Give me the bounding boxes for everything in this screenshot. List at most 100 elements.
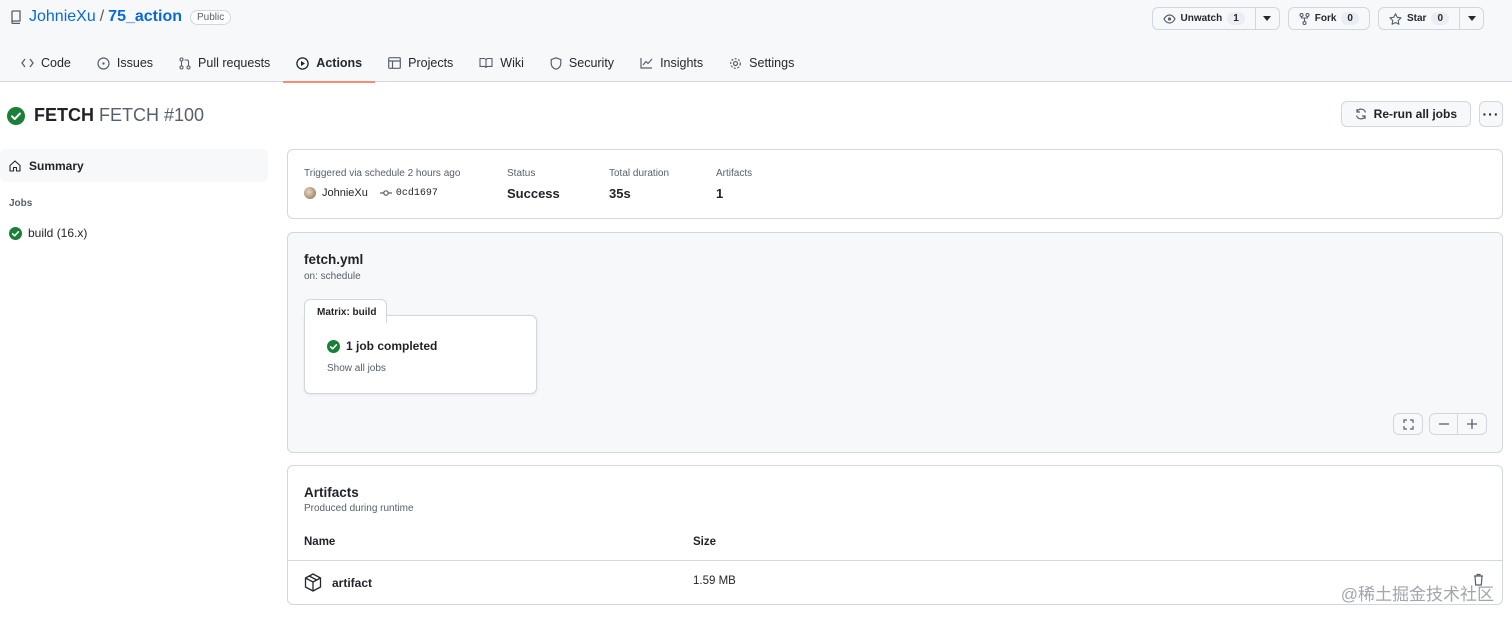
- artifacts-subtitle: Produced during runtime: [304, 503, 414, 514]
- tab-issues[interactable]: Issues: [84, 44, 166, 82]
- repo-nav: Code Issues Pull requests Actions Projec…: [0, 44, 807, 83]
- home-icon: [9, 159, 21, 172]
- tab-settings[interactable]: Settings: [716, 44, 807, 82]
- unwatch-label: Unwatch: [1180, 13, 1223, 24]
- table-row: artifact 1.59 MB: [288, 560, 1502, 605]
- code-icon: [21, 58, 34, 68]
- workflow-trigger: on: schedule: [304, 271, 361, 282]
- success-check-icon: [7, 106, 25, 125]
- minus-icon: [1438, 423, 1449, 425]
- repo-path: JohnieXu / 75_action Public: [10, 8, 232, 26]
- column-header-name: Name: [304, 536, 336, 548]
- rerun-label: Re-run all jobs: [1373, 107, 1457, 121]
- tab-security[interactable]: Security: [537, 44, 627, 82]
- star-button[interactable]: Star 0: [1377, 7, 1484, 30]
- workflow-file-name: fetch.yml: [304, 252, 364, 267]
- run-summary-card: Triggered via schedule 2 hours ago Johni…: [287, 149, 1503, 219]
- sidebar-jobs-heading: Jobs: [9, 198, 33, 209]
- commit-sha: 0cd1697: [395, 187, 438, 199]
- tab-projects-label: Projects: [408, 56, 454, 70]
- sidebar-item-job[interactable]: build (16.x): [0, 226, 268, 240]
- run-title: FETCH FETCH #100: [7, 105, 204, 126]
- star-icon: [1389, 12, 1402, 25]
- matrix-job-group[interactable]: 1 job completed Show all jobs: [304, 315, 537, 394]
- sidebar-item-summary[interactable]: Summary: [0, 149, 268, 182]
- plus-icon: [1467, 419, 1477, 429]
- show-all-jobs-link[interactable]: Show all jobs: [327, 363, 386, 374]
- repo-name-link[interactable]: 75_action: [108, 8, 182, 26]
- matrix-label: Matrix: build: [304, 299, 387, 323]
- chevron-down-icon[interactable]: [1254, 8, 1279, 29]
- column-header-size: Size: [693, 536, 717, 548]
- repo-actions: Unwatch 1 Fork 0 Star 0: [1151, 7, 1484, 30]
- trigger-details: JohnieXu 0cd1697: [304, 187, 438, 199]
- chevron-down-icon[interactable]: [1459, 8, 1483, 29]
- tab-issues-label: Issues: [116, 56, 154, 70]
- duration-value: 35s: [609, 186, 631, 201]
- tab-actions[interactable]: Actions: [283, 44, 375, 83]
- star-label: Star: [1406, 13, 1427, 24]
- tab-settings-label: Settings: [749, 56, 795, 70]
- tab-pull-requests-label: Pull requests: [198, 56, 271, 70]
- kebab-menu-button[interactable]: ···: [1479, 101, 1503, 127]
- fork-label: Fork: [1314, 13, 1337, 24]
- fork-icon: [1299, 12, 1310, 25]
- zoom-out-button[interactable]: [1430, 414, 1458, 434]
- book-icon: [479, 57, 493, 69]
- fork-button[interactable]: Fork 0: [1287, 7, 1370, 30]
- tab-insights[interactable]: Insights: [627, 44, 716, 82]
- watermark: @稀土掘金技术社区: [1340, 585, 1494, 604]
- actor-link[interactable]: JohnieXu: [322, 187, 368, 199]
- commit-sha-link[interactable]: 0cd1697: [379, 187, 438, 199]
- status-label: Status: [507, 168, 536, 179]
- tab-wiki[interactable]: Wiki: [466, 44, 537, 82]
- success-check-icon: [9, 226, 22, 240]
- rerun-all-jobs-button[interactable]: Re-run all jobs: [1340, 101, 1471, 127]
- repo-separator: /: [99, 8, 105, 25]
- fullscreen-control: [1393, 413, 1423, 435]
- run-sidebar: Summary Jobs build (16.x): [0, 149, 268, 240]
- pull-request-icon: [179, 56, 191, 70]
- artifact-name: artifact: [332, 575, 373, 590]
- tab-insights-label: Insights: [660, 56, 704, 70]
- run-header: FETCH FETCH #100 Re-run all jobs ···: [0, 82, 1512, 148]
- fork-count: 0: [1341, 12, 1359, 25]
- trigger-text: Triggered via schedule 2 hours ago: [304, 168, 461, 179]
- repo-owner-link[interactable]: JohnieXu: [29, 8, 96, 26]
- tab-projects[interactable]: Projects: [375, 44, 466, 82]
- gear-icon: [730, 57, 742, 69]
- graph-icon: [640, 58, 653, 69]
- run-workflow-name: FETCH: [34, 105, 94, 125]
- repo-header: JohnieXu / 75_action Public Unwatch 1 Fo…: [0, 0, 1512, 83]
- tab-wiki-label: Wiki: [500, 56, 524, 70]
- tab-actions-label: Actions: [316, 56, 363, 70]
- jobs-completed: 1 job completed: [327, 339, 437, 353]
- unwatch-button[interactable]: Unwatch 1: [1151, 7, 1280, 30]
- sync-icon: [1355, 108, 1366, 120]
- status-value: Success: [507, 186, 560, 201]
- avatar: [304, 187, 316, 199]
- star-count: 0: [1431, 12, 1449, 25]
- artifact-size: 1.59 MB: [693, 575, 736, 587]
- shield-icon: [550, 56, 562, 70]
- jobs-completed-label: 1 job completed: [346, 339, 438, 353]
- sidebar-job-label: build (16.x): [28, 226, 88, 240]
- eye-icon: [1162, 13, 1176, 24]
- artifacts-title: Artifacts: [304, 485, 359, 500]
- artifacts-count-value[interactable]: 1: [716, 186, 723, 201]
- run-name: FETCH #100: [99, 105, 205, 125]
- issue-icon: [97, 56, 110, 70]
- fullscreen-button[interactable]: [1394, 414, 1422, 434]
- artifact-link[interactable]: artifact: [304, 573, 372, 592]
- visibility-badge: Public: [189, 9, 232, 25]
- zoom-controls: [1429, 413, 1487, 435]
- zoom-in-button[interactable]: [1458, 414, 1486, 434]
- tab-code[interactable]: Code: [8, 44, 84, 82]
- commit-icon: [379, 190, 392, 196]
- play-icon: [296, 56, 310, 70]
- artifacts-card: Artifacts Produced during runtime Name S…: [287, 465, 1503, 605]
- fullscreen-icon: [1402, 418, 1414, 430]
- watch-count: 1: [1227, 12, 1245, 25]
- artifacts-count-label: Artifacts: [716, 168, 753, 179]
- tab-pull-requests[interactable]: Pull requests: [166, 44, 283, 82]
